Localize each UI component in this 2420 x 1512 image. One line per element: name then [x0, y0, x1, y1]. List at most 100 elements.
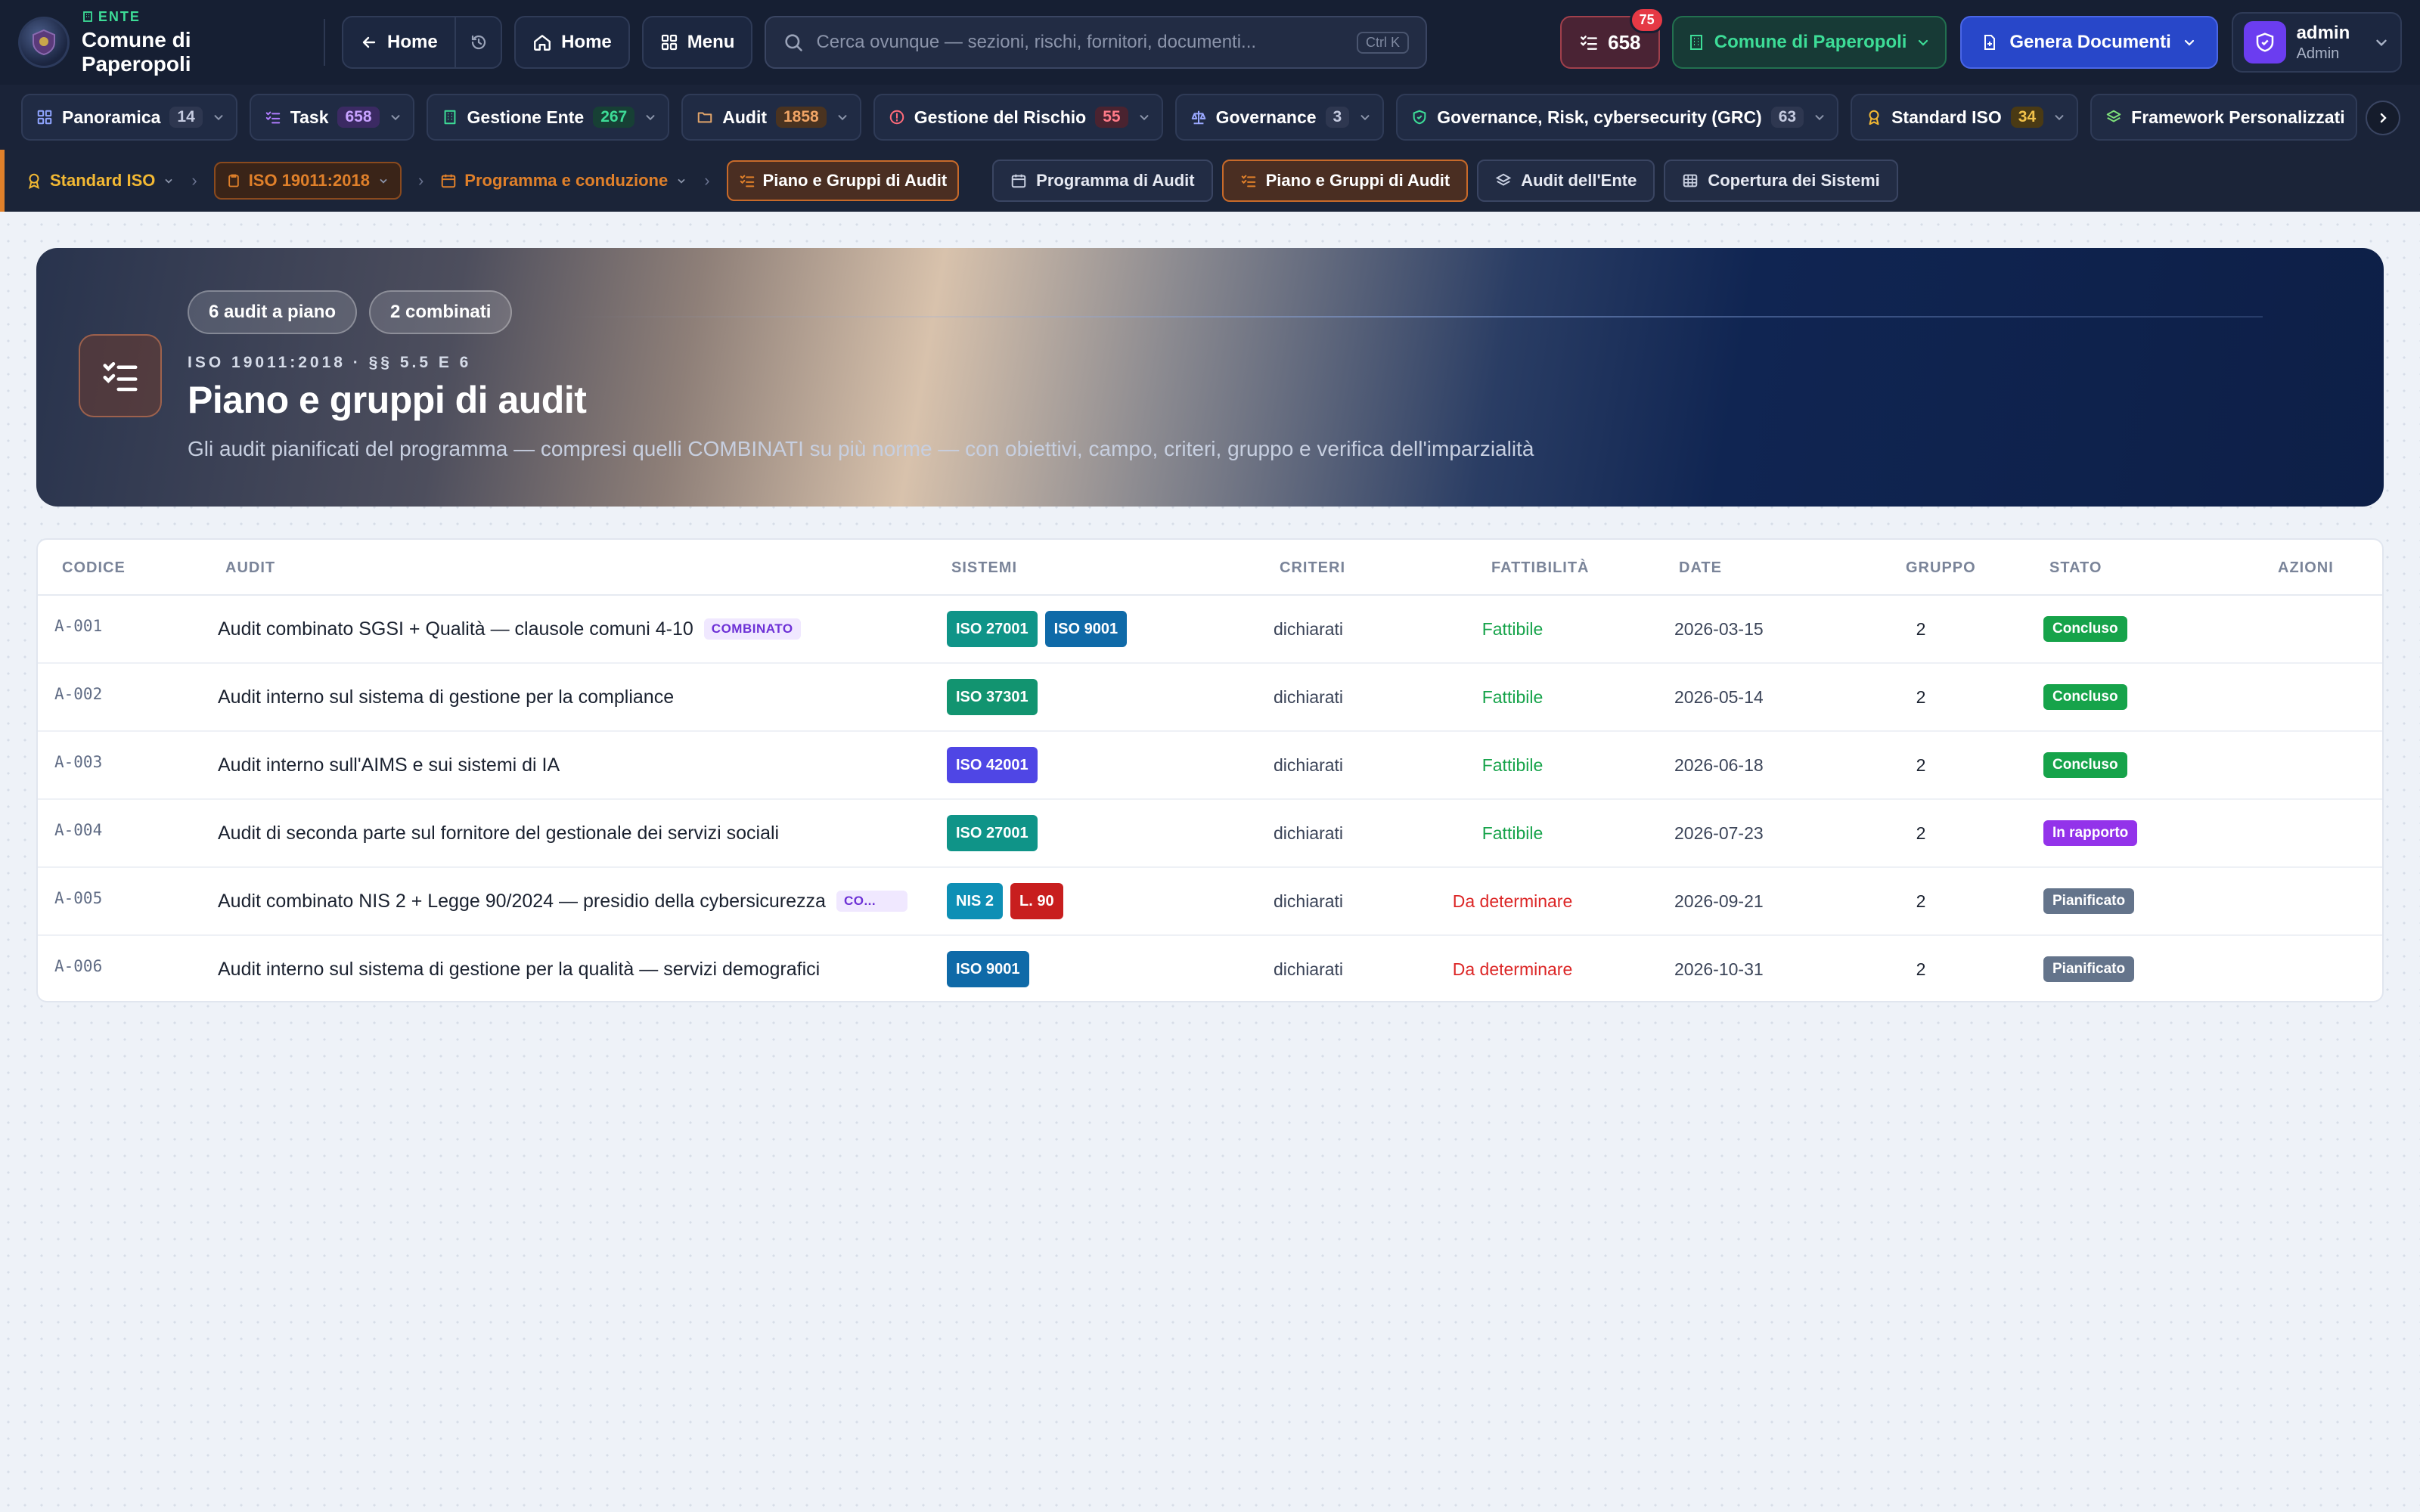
ente-logo — [18, 17, 70, 68]
system-chip[interactable]: ISO 9001 — [947, 951, 1029, 987]
breadcrumb-iso-19011[interactable]: ISO 19011:2018 — [213, 162, 402, 200]
table-row[interactable]: A-002 Audit interno sul sistema di gestio… — [38, 664, 2382, 732]
audit-title[interactable]: Audit interno sull'AIMS e sui sistemi di… — [218, 754, 560, 776]
col-criteri[interactable]: CRITERI — [1280, 559, 1345, 577]
module-tab-0[interactable]: Panoramica 14 — [21, 94, 237, 141]
back-home-button[interactable]: Home — [343, 17, 455, 67]
module-tab-7[interactable]: Standard ISO 34 — [1851, 94, 2079, 141]
module-bar: Panoramica 14 Task 658 Gestione Ente 267 Audit… — [0, 85, 2420, 150]
system-chip[interactable]: ISO 9001 — [1044, 611, 1128, 647]
module-tab-2[interactable]: Gestione Ente 267 — [426, 94, 670, 141]
col-audit[interactable]: AUDIT — [225, 559, 275, 577]
history-button[interactable] — [454, 17, 501, 67]
system-chip[interactable]: NIS 2 — [947, 883, 1004, 919]
module-tab-5[interactable]: Governance 3 — [1174, 94, 1385, 141]
tab-piano-e-gruppi[interactable]: Piano e Gruppi di Audit — [1221, 160, 1469, 202]
feasibility: Fattibile — [1481, 618, 1544, 639]
audit-title[interactable]: Audit combinato SGSI + Qualità — clausol… — [218, 618, 693, 640]
audit-title[interactable]: Audit combinato NIS 2 + Legge 90/2024 — … — [218, 891, 826, 912]
audit-title-cell[interactable]: Audit combinato NIS 2 + Legge 90/2024 — … — [218, 868, 908, 934]
tab-label: Programma di Audit — [1036, 171, 1195, 190]
row-actions[interactable] — [2269, 596, 2360, 662]
module-tab-8[interactable]: Framework Personalizzati — [2090, 94, 2357, 141]
table-row[interactable]: A-006 Audit interno sul sistema di gestio… — [38, 936, 2382, 1001]
col-fattibilita[interactable]: FATTIBILITÀ — [1491, 559, 1590, 577]
module-tab-3[interactable]: Audit 1858 — [681, 94, 861, 141]
table-header: CODICE AUDIT SISTEMI CRITERI FATTIBILITÀ… — [38, 540, 2382, 596]
home-button[interactable]: Home — [514, 16, 630, 69]
audit-code: A-002 — [54, 685, 103, 703]
col-sistemi[interactable]: SISTEMI — [951, 559, 1017, 577]
module-scroll-right-button[interactable] — [2366, 101, 2400, 135]
col-gruppo[interactable]: GRUPPO — [1906, 559, 1976, 577]
audit-date: 2026-07-23 — [1674, 823, 1764, 843]
table-row[interactable]: A-005 Audit combinato NIS 2 + Legge 90/20… — [38, 868, 2382, 936]
module-tab-1[interactable]: Task 658 — [249, 94, 414, 141]
audit-title-cell[interactable]: Audit di seconda parte sul fornitore del… — [218, 800, 779, 866]
menu-button[interactable]: Menu — [641, 16, 753, 69]
table-row[interactable]: A-003 Audit interno sull'AIMS e sui siste… — [38, 732, 2382, 800]
checklist-icon — [1240, 172, 1257, 189]
chevron-down-icon[interactable] — [1813, 110, 1826, 124]
feasibility: Fattibile — [1481, 823, 1544, 843]
system-chip[interactable]: ISO 42001 — [947, 747, 1038, 783]
hero-pills: 6 audit a piano 2 combinati — [188, 290, 513, 334]
row-actions[interactable] — [2269, 664, 2360, 730]
module-tab-6[interactable]: Governance, Risk, cybersecurity (GRC) 63 — [1396, 94, 1839, 141]
ente-brand[interactable]: ENTE Comune di Paperopoli — [18, 9, 306, 76]
audit-title[interactable]: Audit interno sul sistema di gestione pe… — [218, 686, 674, 708]
chevron-down-icon[interactable] — [2052, 110, 2066, 124]
search-input[interactable]: Cerca ovunque — sezioni, rischi, fornito… — [816, 32, 1345, 53]
table-row[interactable]: A-004 Audit di seconda parte sul fornitor… — [38, 800, 2382, 868]
col-codice[interactable]: CODICE — [62, 559, 126, 577]
page-hero: 6 audit a piano 2 combinati ISO 19011:20… — [36, 248, 2384, 507]
status-badge: Pianificato — [2043, 956, 2135, 982]
system-chip[interactable]: ISO 37301 — [947, 679, 1038, 715]
user-menu[interactable]: admin Admin — [2231, 12, 2402, 73]
chevron-down-icon[interactable] — [836, 110, 849, 124]
system-chip[interactable]: ISO 27001 — [947, 815, 1038, 851]
row-actions[interactable] — [2269, 732, 2360, 798]
status-badge: Concluso — [2043, 616, 2127, 642]
audit-title[interactable]: Audit interno sul sistema di gestione pe… — [218, 959, 820, 981]
row-actions[interactable] — [2269, 800, 2360, 866]
audit-title-cell[interactable]: Audit interno sull'AIMS e sui sistemi di… — [218, 732, 560, 798]
module-count: 3 — [1325, 107, 1350, 128]
audit-title-cell[interactable]: Audit interno sul sistema di gestione pe… — [218, 664, 674, 730]
row-actions[interactable] — [2269, 936, 2360, 1001]
audit-title-cell[interactable]: Audit combinato SGSI + Qualità — clausol… — [218, 596, 801, 662]
breadcrumb-standard-iso[interactable]: Standard ISO — [26, 171, 175, 191]
search-shortcut: Ctrl K — [1357, 31, 1410, 54]
chevron-down-icon[interactable] — [212, 110, 225, 124]
chevron-down-icon[interactable] — [644, 110, 657, 124]
tab-audit-dell-ente[interactable]: Audit dell'Ente — [1477, 160, 1655, 202]
system-chip[interactable]: ISO 27001 — [947, 611, 1038, 647]
audit-title[interactable]: Audit di seconda parte sul fornitore del… — [218, 823, 779, 844]
col-date[interactable]: DATE — [1679, 559, 1722, 577]
chevron-down-icon[interactable] — [389, 110, 402, 124]
tasks-button[interactable]: 658 75 — [1560, 7, 1665, 69]
global-search[interactable]: Cerca ovunque — sezioni, rischi, fornito… — [765, 16, 1428, 69]
systems-cell: ISO 42001 — [947, 732, 1038, 798]
comune-selector[interactable]: Comune di Paperopoli — [1671, 16, 1947, 69]
tab-programma-di-audit[interactable]: Programma di Audit — [992, 160, 1213, 202]
table-body: A-001 Audit combinato SGSI + Qualità — cl… — [38, 596, 2382, 1001]
criteria: dichiarati — [1274, 823, 1344, 843]
award-icon — [1866, 109, 1882, 125]
breadcrumb-separator: › — [704, 171, 710, 190]
chevron-down-icon[interactable] — [1358, 110, 1372, 124]
table-row[interactable]: A-001 Audit combinato SGSI + Qualità — cl… — [38, 596, 2382, 664]
audit-title-cell[interactable]: Audit interno sul sistema di gestione pe… — [218, 936, 820, 1001]
row-actions[interactable] — [2269, 868, 2360, 934]
group-size: 2 — [1916, 754, 1926, 775]
user-role: Admin — [2296, 45, 2340, 62]
tab-copertura-dei-sistemi[interactable]: Copertura dei Sistemi — [1664, 160, 1898, 202]
module-tab-4[interactable]: Gestione del Rischio 55 — [873, 94, 1163, 141]
col-stato[interactable]: STATO — [2049, 559, 2102, 577]
breadcrumb-programma[interactable]: Programma e conduzione — [440, 171, 687, 191]
group-size: 2 — [1916, 959, 1926, 979]
system-chip[interactable]: L. 90 — [1010, 883, 1063, 919]
genera-documenti-button[interactable]: Genera Documenti — [1959, 16, 2218, 69]
page-subtitle: Gli audit pianificati del programma — co… — [188, 437, 1534, 460]
chevron-down-icon[interactable] — [1137, 110, 1151, 124]
